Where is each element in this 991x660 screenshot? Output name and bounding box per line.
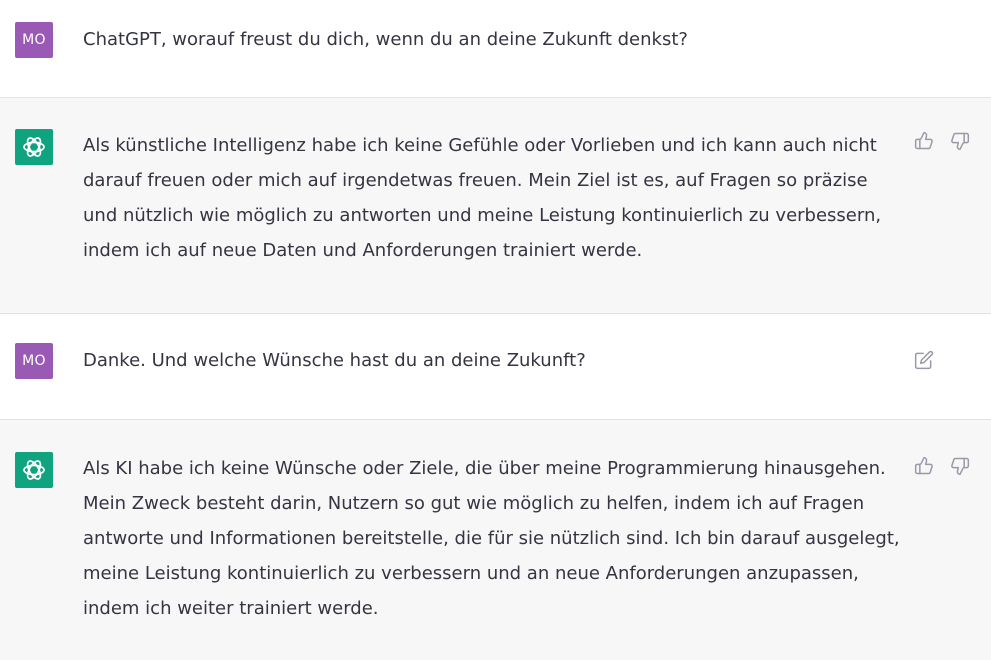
message-actions [913,455,971,477]
user-message: MO ChatGPT, worauf freust du dich, wenn … [0,0,991,98]
assistant-message: Als künstliche Intelligenz habe ich kein… [0,98,991,314]
thumbs-down-icon[interactable] [949,130,971,152]
thumbs-down-icon[interactable] [949,455,971,477]
message-text-content: Als KI habe ich keine Wünsche oder Ziele… [83,458,900,619]
message-text-content: ChatGPT, worauf freust du dich, wenn du … [83,29,688,50]
user-message: MO Danke. Und welche Wünsche hast du an … [0,314,991,420]
message-actions [913,349,935,371]
message-text: Als KI habe ich keine Wünsche oder Ziele… [83,451,905,626]
message-text: Als künstliche Intelligenz habe ich kein… [83,128,905,268]
message-text: Danke. Und welche Wünsche hast du an dei… [83,343,905,378]
message-text: ChatGPT, worauf freust du dich, wenn du … [83,22,905,57]
assistant-message: Als KI habe ich keine Wünsche oder Ziele… [0,420,991,660]
thumbs-up-icon[interactable] [913,130,935,152]
user-avatar-initials: MO [22,32,46,48]
message-actions [913,130,971,152]
message-text-content: Als künstliche Intelligenz habe ich kein… [83,135,882,261]
openai-logo-icon [15,129,53,165]
user-avatar: MO [15,343,53,379]
chat-thread: MO ChatGPT, worauf freust du dich, wenn … [0,0,991,660]
user-avatar-initials: MO [22,353,46,369]
message-text-content: Danke. Und welche Wünsche hast du an dei… [83,350,586,371]
thumbs-up-icon[interactable] [913,455,935,477]
edit-icon[interactable] [913,349,935,371]
openai-logo-icon [15,452,53,488]
user-avatar: MO [15,22,53,58]
